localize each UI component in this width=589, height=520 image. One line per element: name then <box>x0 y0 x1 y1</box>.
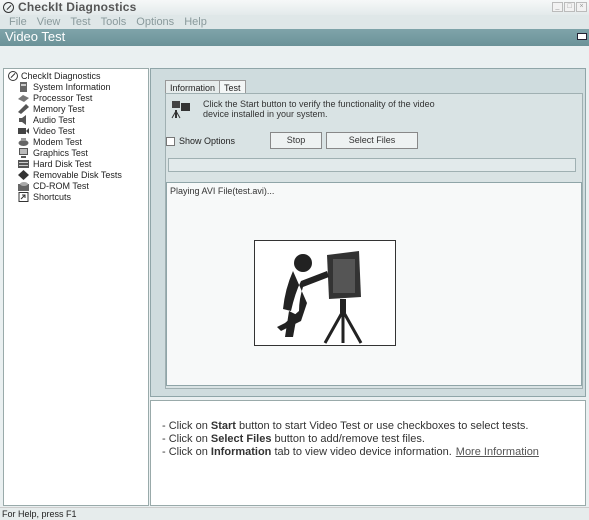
close-button[interactable]: × <box>576 2 587 12</box>
description-line-1: Click the Start button to verify the fun… <box>203 99 435 109</box>
progress-bar <box>168 158 576 172</box>
tree-root-label: CheckIt Diagnostics <box>21 71 101 81</box>
tree-item-label: CD-ROM Test <box>33 181 89 191</box>
description-line-2: device installed in your system. <box>203 109 328 119</box>
tree-item-label: Memory Test <box>33 104 85 114</box>
processor-icon <box>18 93 29 103</box>
tree-item-label: Modem Test <box>33 137 82 147</box>
tree-item-label: Graphics Test <box>33 148 88 158</box>
instruction-line-3: - Click on Information tab to view video… <box>162 446 539 458</box>
menu-help[interactable]: Help <box>179 15 212 29</box>
tree-item-label: Removable Disk Tests <box>33 170 122 180</box>
graphics-icon <box>18 148 29 158</box>
view-header: Video Test <box>0 29 589 46</box>
tree-item-graphics-test[interactable]: Graphics Test <box>18 148 88 158</box>
menu-options[interactable]: Options <box>131 15 179 29</box>
tree-item-label: Video Test <box>33 126 75 136</box>
show-options-row[interactable]: Show Options <box>166 136 235 146</box>
menu-view[interactable]: View <box>32 15 66 29</box>
tree-item-label: System Information <box>33 82 111 92</box>
tree-item-removable-disk-tests[interactable]: Removable Disk Tests <box>18 170 122 180</box>
removable-disk-icon <box>18 170 29 180</box>
tree-item-label: Shortcuts <box>33 192 72 202</box>
menu-tools[interactable]: Tools <box>96 15 132 29</box>
tree-item-shortcuts[interactable]: Shortcuts <box>18 192 71 202</box>
video-icon <box>18 126 29 136</box>
window-title: CheckIt Diagnostics <box>18 0 137 14</box>
test-tree: CheckIt Diagnostics System Information P… <box>3 68 149 506</box>
tree-item-video-test[interactable]: Video Test <box>18 126 75 136</box>
menu-bar: File View Test Tools Options Help <box>0 15 589 29</box>
show-options-checkbox[interactable] <box>166 136 175 146</box>
maximize-button[interactable]: □ <box>564 2 575 12</box>
menu-file[interactable]: File <box>4 15 32 29</box>
memory-icon <box>18 104 29 114</box>
tree-item-modem-test[interactable]: Modem Test <box>18 137 82 147</box>
pin-icon[interactable] <box>577 33 587 40</box>
audio-icon <box>18 115 29 125</box>
instruction-line-1: - Click on Start button to start Video T… <box>162 420 529 432</box>
tree-item-memory-test[interactable]: Memory Test <box>18 104 84 114</box>
status-text: For Help, press F1 <box>2 509 77 519</box>
system-info-icon <box>18 82 29 92</box>
tree-item-processor-test[interactable]: Processor Test <box>18 93 92 103</box>
checkit-logo-icon <box>8 71 18 81</box>
video-frame <box>254 240 396 346</box>
tree-item-label: Audio Test <box>33 115 75 125</box>
minimize-button[interactable]: _ <box>552 2 563 12</box>
tree-item-audio-test[interactable]: Audio Test <box>18 115 75 125</box>
modem-icon <box>18 137 29 147</box>
instruction-line-2: - Click on Select Files button to add/re… <box>162 433 425 445</box>
status-bar: For Help, press F1 <box>0 507 589 520</box>
menu-test[interactable]: Test <box>65 15 95 29</box>
cdrom-icon <box>18 181 29 191</box>
tree-item-label: Processor Test <box>33 93 93 103</box>
video-camera-icon <box>170 99 192 119</box>
tree-item-hard-disk-test[interactable]: Hard Disk Test <box>18 159 91 169</box>
tree-item-system-information[interactable]: System Information <box>18 82 111 92</box>
window-controls: _ □ × <box>552 2 587 12</box>
more-information-link[interactable]: More Information <box>456 446 539 458</box>
checkit-logo-icon <box>3 2 14 13</box>
title-bar: CheckIt Diagnostics _ □ × <box>0 0 589 15</box>
view-title: Video Test <box>5 29 66 44</box>
test-description: Click the Start button to verify the fun… <box>203 99 503 119</box>
shortcuts-icon <box>18 192 29 202</box>
stop-button[interactable]: Stop <box>270 132 322 149</box>
tree-item-cdrom-test[interactable]: CD-ROM Test <box>18 181 89 191</box>
tree-item-label: Hard Disk Test <box>33 159 92 169</box>
hard-disk-icon <box>18 159 29 169</box>
tree-root[interactable]: CheckIt Diagnostics <box>8 71 101 81</box>
select-files-button[interactable]: Select Files <box>326 132 418 149</box>
show-options-label: Show Options <box>179 136 236 146</box>
playing-status: Playing AVI File(test.avi)... <box>170 186 275 196</box>
